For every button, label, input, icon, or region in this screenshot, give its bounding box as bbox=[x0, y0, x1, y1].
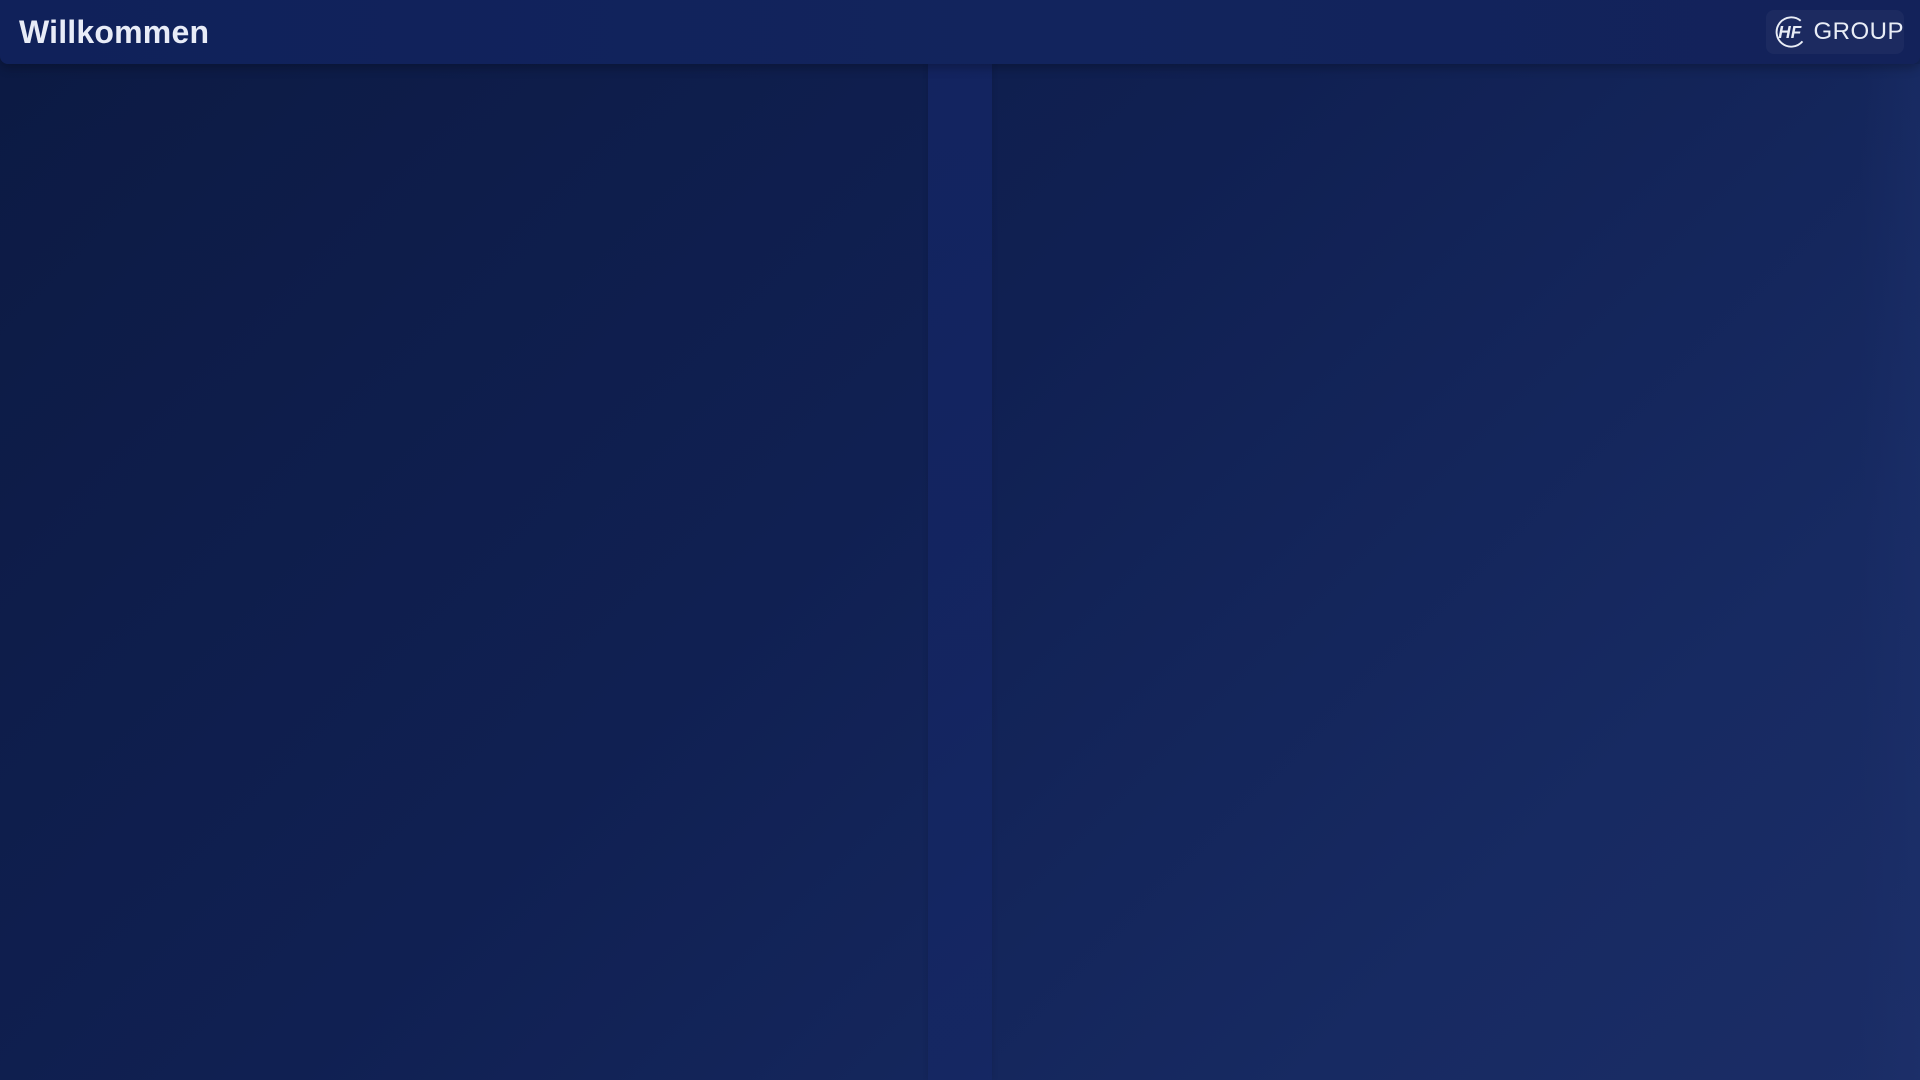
company-logo[interactable]: HF GROUP bbox=[1766, 10, 1904, 54]
top-header-bar: Willkommen HF GROUP bbox=[0, 0, 1920, 64]
logo-text: GROUP bbox=[1813, 18, 1904, 45]
page-title: Willkommen bbox=[19, 14, 210, 50]
center-divider-strip bbox=[928, 64, 992, 1080]
logo-monogram: HF bbox=[1778, 22, 1801, 42]
right-edge-shade bbox=[1860, 64, 1920, 1080]
hf-logo-icon: HF bbox=[1775, 16, 1807, 48]
main-content-area bbox=[0, 64, 1920, 1080]
